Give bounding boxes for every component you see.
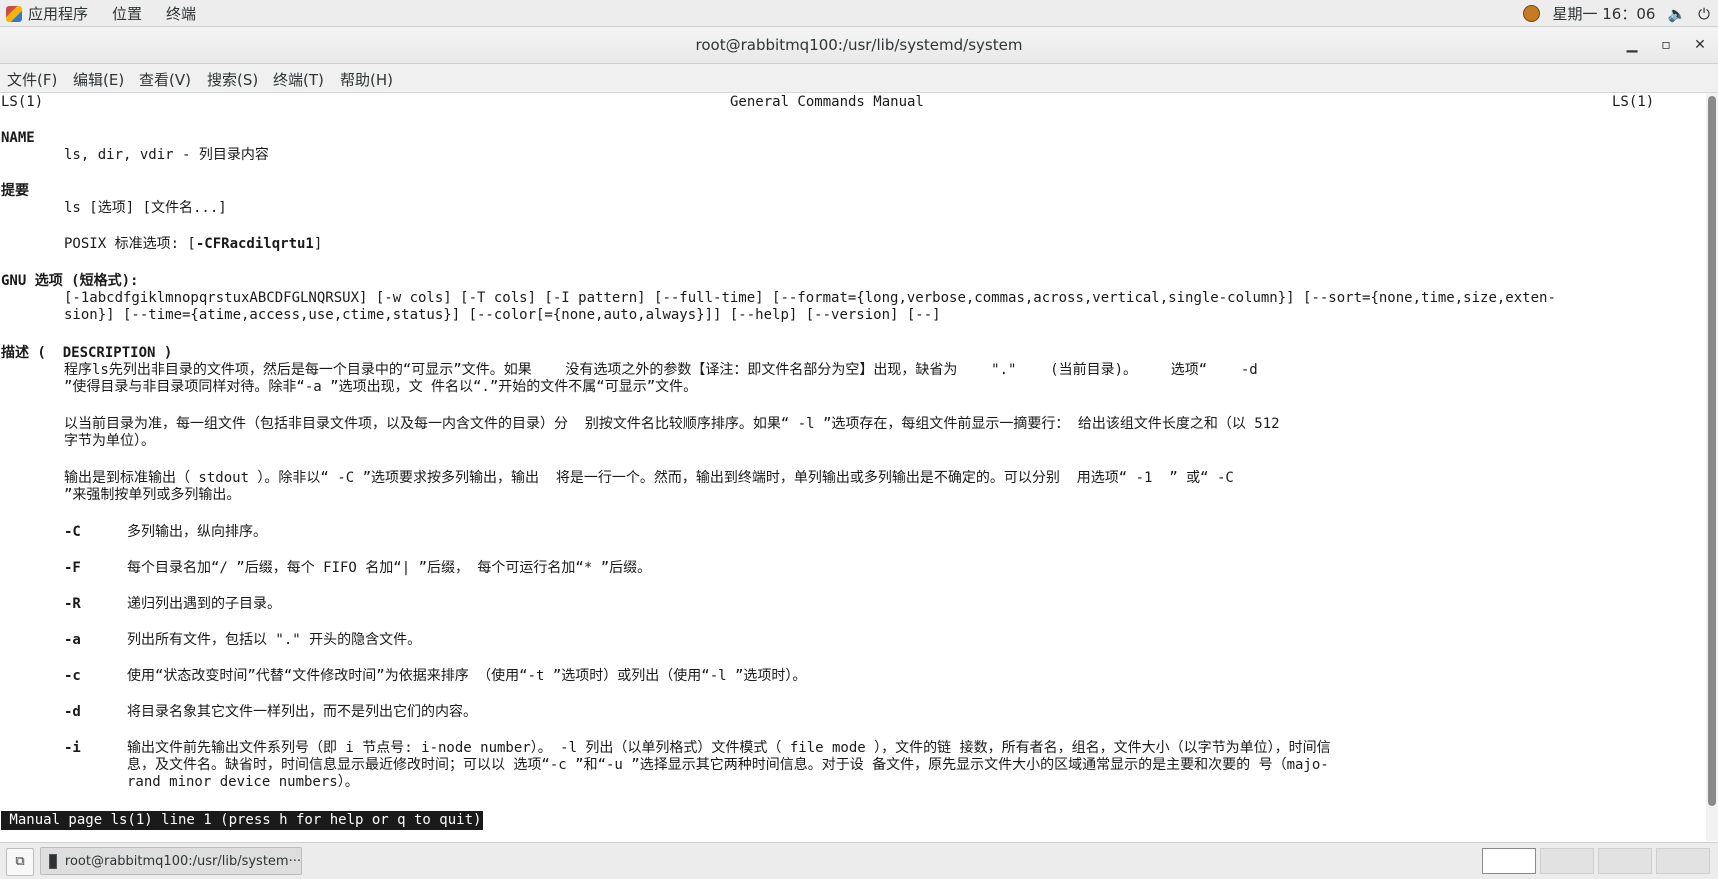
option-flag: -a <box>64 632 81 648</box>
description-heading-suffix: ) <box>163 345 173 361</box>
close-button[interactable]: ✕ <box>1690 35 1710 55</box>
option-text: 递归列出遇到的子目录。 <box>127 596 281 612</box>
user-status-icon[interactable] <box>1523 5 1541 22</box>
option-text: 列出所有文件，包括以 "." 开头的隐含文件。 <box>127 632 422 648</box>
description-heading-prefix: 描述 ( <box>1 345 46 361</box>
menu-file[interactable]: 文件(F) <box>7 69 57 90</box>
scrollbar-thumb[interactable] <box>1708 96 1716 806</box>
man-header-left: LS(1) <box>1 94 44 110</box>
description-p2-line2: 字节为单位）。 <box>64 433 155 449</box>
top-panel: 应用程序 位置 终端 星期一 16：06 🔈 ⏻ <box>0 0 1718 27</box>
workspace-1[interactable] <box>1482 848 1536 874</box>
description-p2-line1: 以当前目录为准，每一组文件（包括非目录文件项，以及每一内含文件的目录）分 别按文… <box>64 416 1280 432</box>
description-p3-line2: ”来强制按单列或多列输出。 <box>64 487 241 503</box>
applications-menu[interactable]: 应用程序 <box>6 3 88 24</box>
pager-status-line: Manual page ls(1) line 1 (press h for he… <box>1 811 484 830</box>
workspace-2[interactable] <box>1540 848 1594 874</box>
terminal-menubar: 文件(F) 编辑(E) 查看(V) 搜索(S) 终端(T) 帮助(H) <box>0 64 1718 93</box>
option-text: 将目录名象其它文件一样列出，而不是列出它们的内容。 <box>127 704 477 720</box>
posix-options: -CFRacdilqrtu1 <box>195 236 314 252</box>
posix-prefix: POSIX 标准选项: [ <box>64 236 196 252</box>
bottom-taskbar: ⧉ root@rabbitmq100:/usr/lib/system··· <box>0 842 1718 879</box>
posix-suffix: ] <box>313 236 323 252</box>
maximize-button[interactable]: ▫ <box>1656 35 1676 55</box>
menu-terminal[interactable]: 终端(T) <box>273 69 324 90</box>
power-icon[interactable]: ⏻ <box>1698 5 1710 23</box>
option-flag: -d <box>64 704 81 720</box>
clock[interactable]: 星期一 16：06 <box>1552 3 1655 24</box>
description-p1-line1: 程序ls先列出非目录的文件项，然后是每一个目录中的“可显示”文件。如果 没有选项… <box>64 362 1258 378</box>
man-header-right: LS(1) <box>1612 94 1655 110</box>
panel-status-area: 星期一 16：06 🔈 ⏻ <box>1523 3 1710 24</box>
option-text: 多列输出，纵向排序。 <box>127 524 267 540</box>
menu-edit[interactable]: 编辑(E) <box>73 69 124 90</box>
applications-label: 应用程序 <box>28 5 89 23</box>
terminal-scrollbar[interactable] <box>1706 93 1718 841</box>
terminal-app-menu[interactable]: 终端 <box>166 3 196 24</box>
man-header-center: General Commands Manual <box>730 94 924 110</box>
applications-icon <box>6 5 22 22</box>
option-text: 每个目录名加“/ ”后缀，每个 FIFO 名加“| ”后缀， 每个可运行名加“*… <box>127 560 652 576</box>
description-p3-line1: 输出是到标准输出（ stdout ）。除非以“ -C ”选项要求按多列输出，输出… <box>64 470 1234 486</box>
gnu-options-line1: [-1abcdfgiklmnopqrstuxABCDFGLNQRSUX] [-w… <box>64 290 1556 306</box>
synopsis-line: ls [选项] [文件名...] <box>64 200 227 216</box>
menu-help[interactable]: 帮助(H) <box>340 69 393 90</box>
places-menu[interactable]: 位置 <box>112 3 142 24</box>
description-heading-en: DESCRIPTION <box>62 345 156 361</box>
description-heading: 描述 ( DESCRIPTION ) <box>1 345 172 362</box>
name-text: ls, dir, vdir - 列目录内容 <box>64 147 269 163</box>
window-title: root@rabbitmq100:/usr/lib/systemd/system <box>695 36 1023 54</box>
option-flag: -R <box>64 596 81 612</box>
option-i-line2: 息，及文件名。缺省时，时间信息显示最近修改时间；可以以 选项“-c ”和“-u … <box>127 757 1329 773</box>
workspace-4[interactable] <box>1656 848 1710 874</box>
option-text: 输出文件前先输出文件系列号（即 i 节点号: i-node number）。 -… <box>127 740 1331 756</box>
volume-icon[interactable]: 🔈 <box>1667 5 1686 23</box>
posix-line: POSIX 标准选项: [-CFRacdilqrtu1] <box>64 236 322 253</box>
option-flag: -c <box>64 668 81 684</box>
option-flag: -i <box>64 740 81 756</box>
workspace-3[interactable] <box>1598 848 1652 874</box>
synopsis-heading: 提要 <box>1 183 29 199</box>
description-p1-line2: ”使得目录与非目录项同样对待。除非“-a ”选项出现，文 件名以“.”开始的文件… <box>64 379 698 395</box>
minimize-button[interactable]: ▁ <box>1622 35 1642 55</box>
window-titlebar[interactable]: root@rabbitmq100:/usr/lib/systemd/system… <box>0 27 1718 64</box>
gnu-options-line2: sion}] [--time={atime,access,use,ctime,s… <box>64 307 941 323</box>
name-heading: NAME <box>1 130 35 146</box>
terminal-icon <box>49 853 57 869</box>
taskbar-terminal-window[interactable]: root@rabbitmq100:/usr/lib/system··· <box>40 847 302 875</box>
menu-view[interactable]: 查看(V) <box>139 69 191 90</box>
gnu-heading: GNU 选项 (短格式): <box>1 273 139 289</box>
show-desktop-icon[interactable]: ⧉ <box>6 848 34 876</box>
menu-search[interactable]: 搜索(S) <box>207 69 258 90</box>
terminal-output[interactable]: LS(1) General Commands Manual LS(1) NAME… <box>0 93 1706 841</box>
option-i-line3: rand minor device numbers）。 <box>127 774 359 790</box>
option-text: 使用“状态改变时间”代替“文件修改时间”为依据来排序 （使用“-t ”选项时）或… <box>127 668 807 684</box>
option-flag: -F <box>64 560 81 576</box>
taskbar-window-title: root@rabbitmq100:/usr/lib/system··· <box>64 853 301 869</box>
option-flag: -C <box>64 524 81 540</box>
